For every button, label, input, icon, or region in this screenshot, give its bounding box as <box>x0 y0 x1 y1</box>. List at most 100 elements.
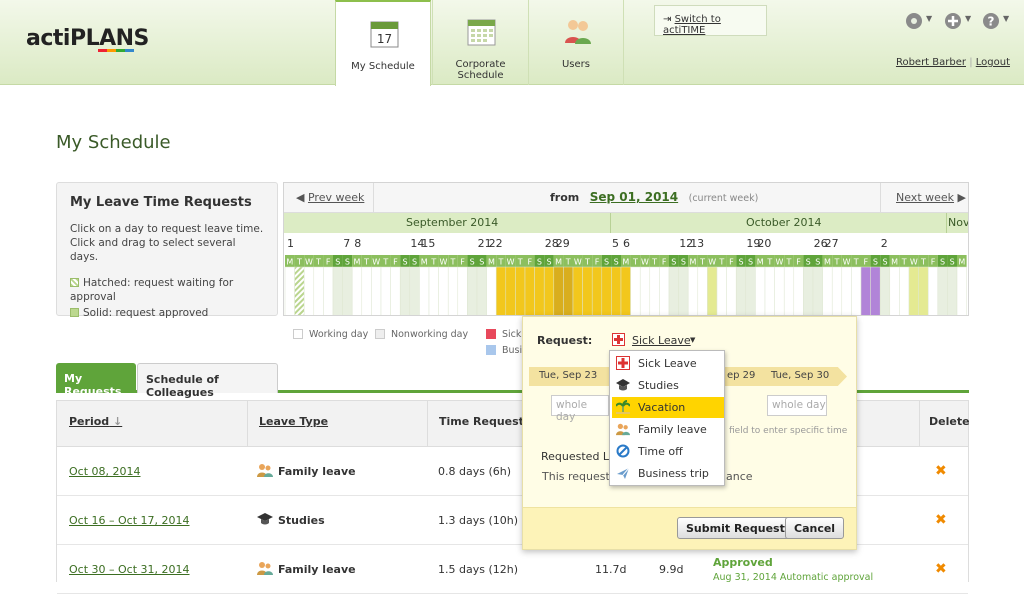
day-cell[interactable] <box>601 266 612 316</box>
day-cell[interactable] <box>822 266 833 316</box>
day-cell[interactable] <box>803 266 814 316</box>
day-cell[interactable] <box>870 266 881 316</box>
period-column-header[interactable]: Period ↓ <box>69 415 122 428</box>
day-cell[interactable] <box>534 266 545 316</box>
dropdown-item-studies[interactable]: Studies <box>612 375 724 396</box>
from-date-link[interactable]: Sep 01, 2014 <box>590 190 678 204</box>
day-cell[interactable] <box>908 266 919 316</box>
day-cell[interactable] <box>764 266 775 316</box>
day-cell[interactable] <box>793 266 804 316</box>
actiplans-logo[interactable]: actiPLANS <box>26 26 149 51</box>
end-day-input[interactable]: whole day <box>767 395 827 416</box>
day-cell[interactable] <box>947 266 958 316</box>
tab-my-schedule[interactable]: 17 My Schedule <box>335 0 431 86</box>
day-cell[interactable] <box>611 266 622 316</box>
logout-link[interactable]: Logout <box>976 57 1010 68</box>
day-cell[interactable] <box>582 266 593 316</box>
day-cell[interactable] <box>284 266 295 316</box>
day-cell[interactable] <box>774 266 785 316</box>
day-cell[interactable] <box>707 266 718 316</box>
day-cell[interactable] <box>831 266 843 316</box>
day-cell[interactable] <box>591 266 603 316</box>
day-cell[interactable] <box>678 266 689 316</box>
day-cell[interactable] <box>467 266 478 316</box>
day-cell[interactable] <box>428 266 439 316</box>
day-cell[interactable] <box>390 266 401 316</box>
help-dropdown-caret[interactable]: ▼ <box>1003 14 1009 23</box>
day-cell[interactable] <box>620 266 631 316</box>
day-cell[interactable] <box>495 266 507 316</box>
day-cell[interactable] <box>419 266 430 316</box>
dropdown-item-time-off[interactable]: Time off <box>612 441 724 462</box>
day-cell[interactable] <box>956 266 967 316</box>
delete-icon[interactable]: ✖ <box>935 463 947 479</box>
leave-type-select[interactable]: Sick Leave <box>632 334 691 347</box>
day-cell[interactable] <box>889 266 900 316</box>
day-cell[interactable] <box>371 266 382 316</box>
day-cell[interactable] <box>572 266 583 316</box>
dropdown-item-business-trip[interactable]: Business trip <box>612 463 724 484</box>
day-cell[interactable] <box>505 266 516 316</box>
day-cell[interactable] <box>553 266 564 316</box>
day-cell[interactable] <box>755 266 766 316</box>
delete-icon[interactable]: ✖ <box>935 512 947 528</box>
day-cell[interactable] <box>351 266 363 316</box>
day-cell[interactable] <box>812 266 823 316</box>
day-cell[interactable] <box>783 266 795 316</box>
day-cell[interactable] <box>438 266 449 316</box>
day-cell[interactable] <box>294 266 305 316</box>
day-cell[interactable] <box>515 266 526 316</box>
day-cell[interactable] <box>313 266 324 316</box>
period-link[interactable]: Oct 30 – Oct 31, 2014 <box>69 563 190 576</box>
day-cell[interactable] <box>745 266 756 316</box>
day-cell[interactable] <box>918 266 929 316</box>
day-cell[interactable] <box>409 266 420 316</box>
dropdown-item-sick-leave[interactable]: Sick Leave <box>612 353 724 374</box>
day-cell[interactable] <box>303 266 315 316</box>
day-cell[interactable] <box>735 266 747 316</box>
next-week-button[interactable]: Next week ▶ <box>880 183 968 213</box>
switch-to-actitime-link[interactable]: ⇥ Switch to actiTIME <box>654 5 767 36</box>
day-cell[interactable] <box>399 266 411 316</box>
gear-icon[interactable] <box>905 12 923 30</box>
day-cell[interactable] <box>342 266 353 316</box>
tab-schedule-of-colleagues[interactable]: Schedule of Colleagues <box>137 363 278 399</box>
day-cell[interactable] <box>687 266 699 316</box>
day-cell[interactable] <box>649 266 660 316</box>
day-cell[interactable] <box>716 266 727 316</box>
add-icon[interactable] <box>944 12 962 30</box>
day-cell[interactable] <box>841 266 852 316</box>
select-caret-icon[interactable]: ▼ <box>690 336 695 344</box>
day-cell[interactable] <box>524 266 535 316</box>
day-cell[interactable] <box>323 266 334 316</box>
prev-week-button[interactable]: ◀ Prev week <box>284 183 374 213</box>
day-cell[interactable] <box>668 266 679 316</box>
help-icon[interactable]: ? <box>982 12 1000 30</box>
day-cell[interactable] <box>476 266 487 316</box>
tab-corporate-schedule[interactable]: Corporate Schedule <box>432 0 528 85</box>
dropdown-item-family-leave[interactable]: Family leave <box>612 419 724 440</box>
cancel-button[interactable]: Cancel <box>785 517 845 539</box>
day-cell[interactable] <box>860 266 871 316</box>
day-cell[interactable] <box>543 266 555 316</box>
day-cell[interactable] <box>937 266 948 316</box>
day-cell[interactable] <box>486 266 497 316</box>
delete-icon[interactable]: ✖ <box>935 561 947 577</box>
period-link[interactable]: Oct 08, 2014 <box>69 465 141 478</box>
day-cell[interactable] <box>879 266 891 316</box>
add-dropdown-caret[interactable]: ▼ <box>965 14 971 23</box>
day-cell[interactable] <box>927 266 939 316</box>
dropdown-item-vacation[interactable]: Vacation <box>612 397 724 418</box>
day-cell[interactable] <box>639 266 651 316</box>
submit-request-button[interactable]: Submit Request <box>677 517 794 539</box>
day-cell[interactable] <box>380 266 391 316</box>
day-cell[interactable] <box>332 266 343 316</box>
start-day-input[interactable]: whole day <box>551 395 609 423</box>
gear-dropdown-caret[interactable]: ▼ <box>926 14 932 23</box>
leave-type-column-header[interactable]: Leave Type <box>259 415 328 428</box>
period-link[interactable]: Oct 16 – Oct 17, 2014 <box>69 514 190 527</box>
day-cell[interactable] <box>726 266 737 316</box>
day-cell[interactable] <box>630 266 641 316</box>
user-name-link[interactable]: Robert Barber <box>896 57 966 68</box>
tab-my-requests[interactable]: My Requests <box>56 363 136 398</box>
